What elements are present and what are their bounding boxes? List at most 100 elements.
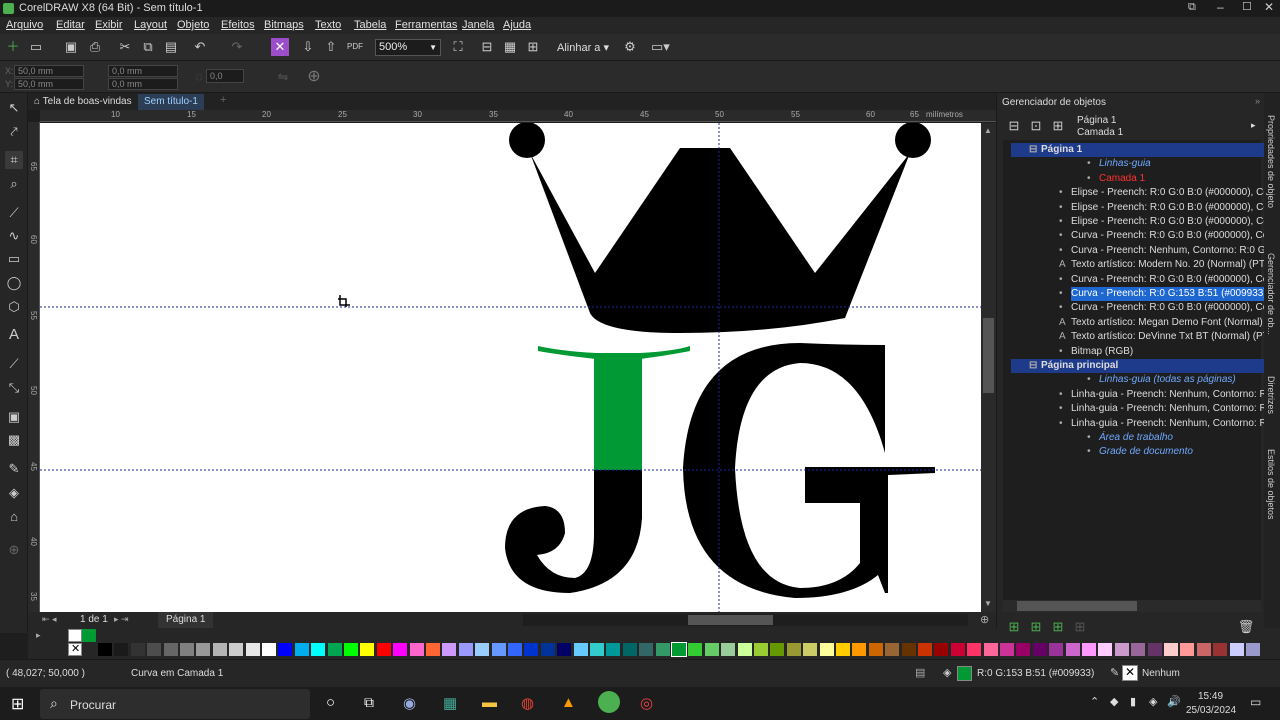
cut-icon[interactable]: ✂ — [116, 38, 134, 56]
menu-objeto[interactable]: Objeto — [177, 19, 209, 31]
palette-swatch[interactable] — [639, 643, 654, 656]
palette-swatch[interactable] — [426, 643, 440, 656]
scroll-up-icon[interactable]: ▲ — [984, 126, 992, 135]
palette-swatch[interactable] — [573, 643, 588, 656]
palette-swatch[interactable] — [147, 643, 162, 656]
palette-swatch[interactable] — [98, 643, 112, 656]
launch-app-icon[interactable]: ▭▾ — [651, 38, 670, 56]
menu-efeitos[interactable]: Efeitos — [221, 19, 255, 31]
copy-icon[interactable]: ⧉ — [139, 38, 157, 56]
tree-row-obj[interactable]: Elipse - Preench: R:0 G:0 B:0 (#000000),… — [1011, 215, 1266, 229]
vertical-ruler[interactable]: 65 60 55 50 45 40 35 — [28, 122, 40, 612]
new-master-layer-all-icon[interactable]: ⊞ — [1049, 618, 1067, 636]
menu-layout[interactable]: Layout — [134, 19, 167, 31]
palette-swatch[interactable] — [803, 643, 818, 656]
palette-arrow-icon[interactable]: ▸ — [36, 630, 41, 641]
maximize-button[interactable]: ☐ — [1242, 0, 1252, 13]
outline-color-swatch[interactable]: ✕ — [1122, 665, 1138, 681]
restore-down-icon[interactable]: ⧉ — [1188, 1, 1196, 14]
eyedropper-icon[interactable]: ✎ — [5, 460, 23, 478]
tree-row-obj[interactable]: Curva - Preench: R:0 G:0 B:0 (#000000), … — [1011, 301, 1266, 315]
menu-janela[interactable]: Janela — [462, 19, 494, 31]
x-position-field[interactable]: 50,0 mm — [14, 65, 84, 77]
width-field[interactable]: 0,0 mm — [108, 65, 178, 77]
palette-swatch[interactable] — [819, 643, 834, 656]
close-button[interactable]: ✕ — [1264, 0, 1274, 14]
palette-swatch[interactable] — [852, 643, 867, 656]
menu-tabela[interactable]: Tabela — [354, 19, 386, 31]
tree-row-selected[interactable]: Curva - Preench: R:0 G:153 B:51 (#009933… — [1011, 287, 1266, 301]
tray-chevron-icon[interactable]: ⌃ — [1090, 695, 1099, 708]
palette-swatch[interactable] — [114, 643, 129, 656]
palette-swatch[interactable] — [508, 643, 522, 656]
palette-swatch[interactable] — [721, 643, 736, 656]
pick-tool-icon[interactable]: ↖ — [5, 99, 23, 117]
tree-row-obj[interactable]: Elipse - Preench: R:0 G:0 B:0 (#000000),… — [1011, 186, 1266, 200]
palette-swatch[interactable] — [130, 643, 145, 656]
mirror-icon[interactable]: ⇋ — [274, 68, 292, 86]
palette-swatch[interactable] — [1164, 643, 1178, 656]
redo-icon[interactable]: ↷ — [228, 38, 246, 56]
palette-swatch[interactable] — [967, 643, 982, 656]
palette-swatch[interactable] — [1114, 643, 1129, 656]
palette-swatch[interactable] — [688, 643, 703, 656]
volume-icon[interactable]: 🔊 — [1167, 695, 1181, 708]
palette-swatch[interactable] — [524, 643, 539, 656]
new-master-layer-icon[interactable]: ⊞ — [1027, 618, 1045, 636]
palette-swatch[interactable] — [1213, 643, 1228, 656]
paste-icon[interactable]: ▤ — [162, 38, 180, 56]
tree-row-obj[interactable]: Curva - Preench: R:0 G:0 B:0 (#000000), … — [1011, 229, 1266, 243]
palette-swatch[interactable] — [212, 643, 227, 656]
new-layer-icon[interactable]: ⊞ — [1005, 618, 1023, 636]
recent-color-swatch[interactable] — [82, 629, 96, 642]
palette-swatch[interactable] — [360, 643, 375, 656]
interactive-fill-icon[interactable]: ◈ — [5, 484, 23, 502]
palette-swatch[interactable] — [786, 643, 801, 656]
palette-swatch[interactable] — [1246, 643, 1260, 656]
zoom-tool-icon[interactable]: ⌕ — [5, 175, 23, 193]
show-grid-icon[interactable]: ▦ — [501, 38, 519, 56]
menu-exibir[interactable]: Exibir — [95, 19, 123, 31]
cortana-icon[interactable]: ○ — [326, 694, 335, 711]
minimize-button[interactable]: – — [1217, 0, 1224, 14]
palette-swatch[interactable] — [1000, 643, 1014, 656]
horizontal-scroll-thumb[interactable] — [688, 615, 773, 625]
first-page-icon[interactable]: ⇤ ◂ — [42, 614, 57, 625]
add-tab-icon[interactable]: + — [220, 94, 226, 106]
drop-shadow-icon[interactable]: ▣ — [5, 408, 23, 426]
y-position-field[interactable]: 50,0 mm — [14, 78, 84, 90]
palette-swatch[interactable] — [671, 642, 687, 657]
palette-swatch[interactable] — [737, 643, 752, 656]
palette-swatch[interactable] — [327, 643, 342, 656]
tree-row-obj[interactable]: Linha-guia - Preench: Nenhum, Contorno: … — [1011, 402, 1266, 416]
app-icon-1[interactable]: ◉ — [403, 694, 416, 712]
tree-row-obj[interactable]: Bitmap (RGB) • — [1011, 345, 1266, 359]
palette-swatch[interactable] — [950, 643, 965, 656]
side-tab-object-manager[interactable]: Gerenciador de ob... — [1266, 253, 1276, 335]
show-guides-icon[interactable]: ⊞ — [524, 38, 542, 56]
side-tab-object-styles[interactable]: Estilos de objetos — [1266, 449, 1276, 520]
palette-swatch[interactable] — [491, 643, 506, 656]
palette-swatch[interactable] — [458, 643, 473, 656]
tree-row-layer[interactable]: Camada 1 • — [1011, 172, 1266, 186]
palette-swatch[interactable] — [590, 643, 604, 656]
task-view-icon[interactable]: ⧉ — [364, 694, 374, 711]
recorder-icon[interactable]: ◎ — [640, 694, 653, 712]
search-content-icon[interactable]: ✕ — [271, 38, 289, 56]
tree-row-obj[interactable]: Elipse - Preench: R:0 G:0 B:0 (#000000),… — [1011, 201, 1266, 215]
menu-bitmaps[interactable]: Bitmaps — [264, 19, 304, 31]
docker-hscrollbar[interactable] — [1003, 600, 1261, 612]
transparency-icon[interactable]: ▩ — [5, 431, 23, 449]
navigator-icon[interactable]: ⊕ — [980, 613, 989, 626]
fill-color-swatch[interactable] — [957, 666, 972, 681]
ellipse-tool-icon[interactable]: ◯ — [5, 274, 23, 292]
tree-row-text[interactable]: Texto artístico: Modern No. 20 (Normal) … — [1011, 258, 1266, 272]
horizontal-ruler[interactable]: 10 15 20 25 30 35 40 45 50 55 60 65 milí… — [40, 110, 996, 122]
layer-view-icon[interactable]: ⊟ — [1005, 117, 1023, 135]
palette-swatch[interactable] — [278, 643, 293, 656]
tree-row-guides[interactable]: Linhas-guia • — [1011, 157, 1266, 171]
print-icon[interactable]: ⎙ — [86, 38, 104, 56]
new-document-icon[interactable]: ＋ — [4, 38, 22, 56]
palette-swatch[interactable] — [655, 643, 670, 656]
smart-fill-icon[interactable]: ⌂ — [5, 508, 23, 526]
